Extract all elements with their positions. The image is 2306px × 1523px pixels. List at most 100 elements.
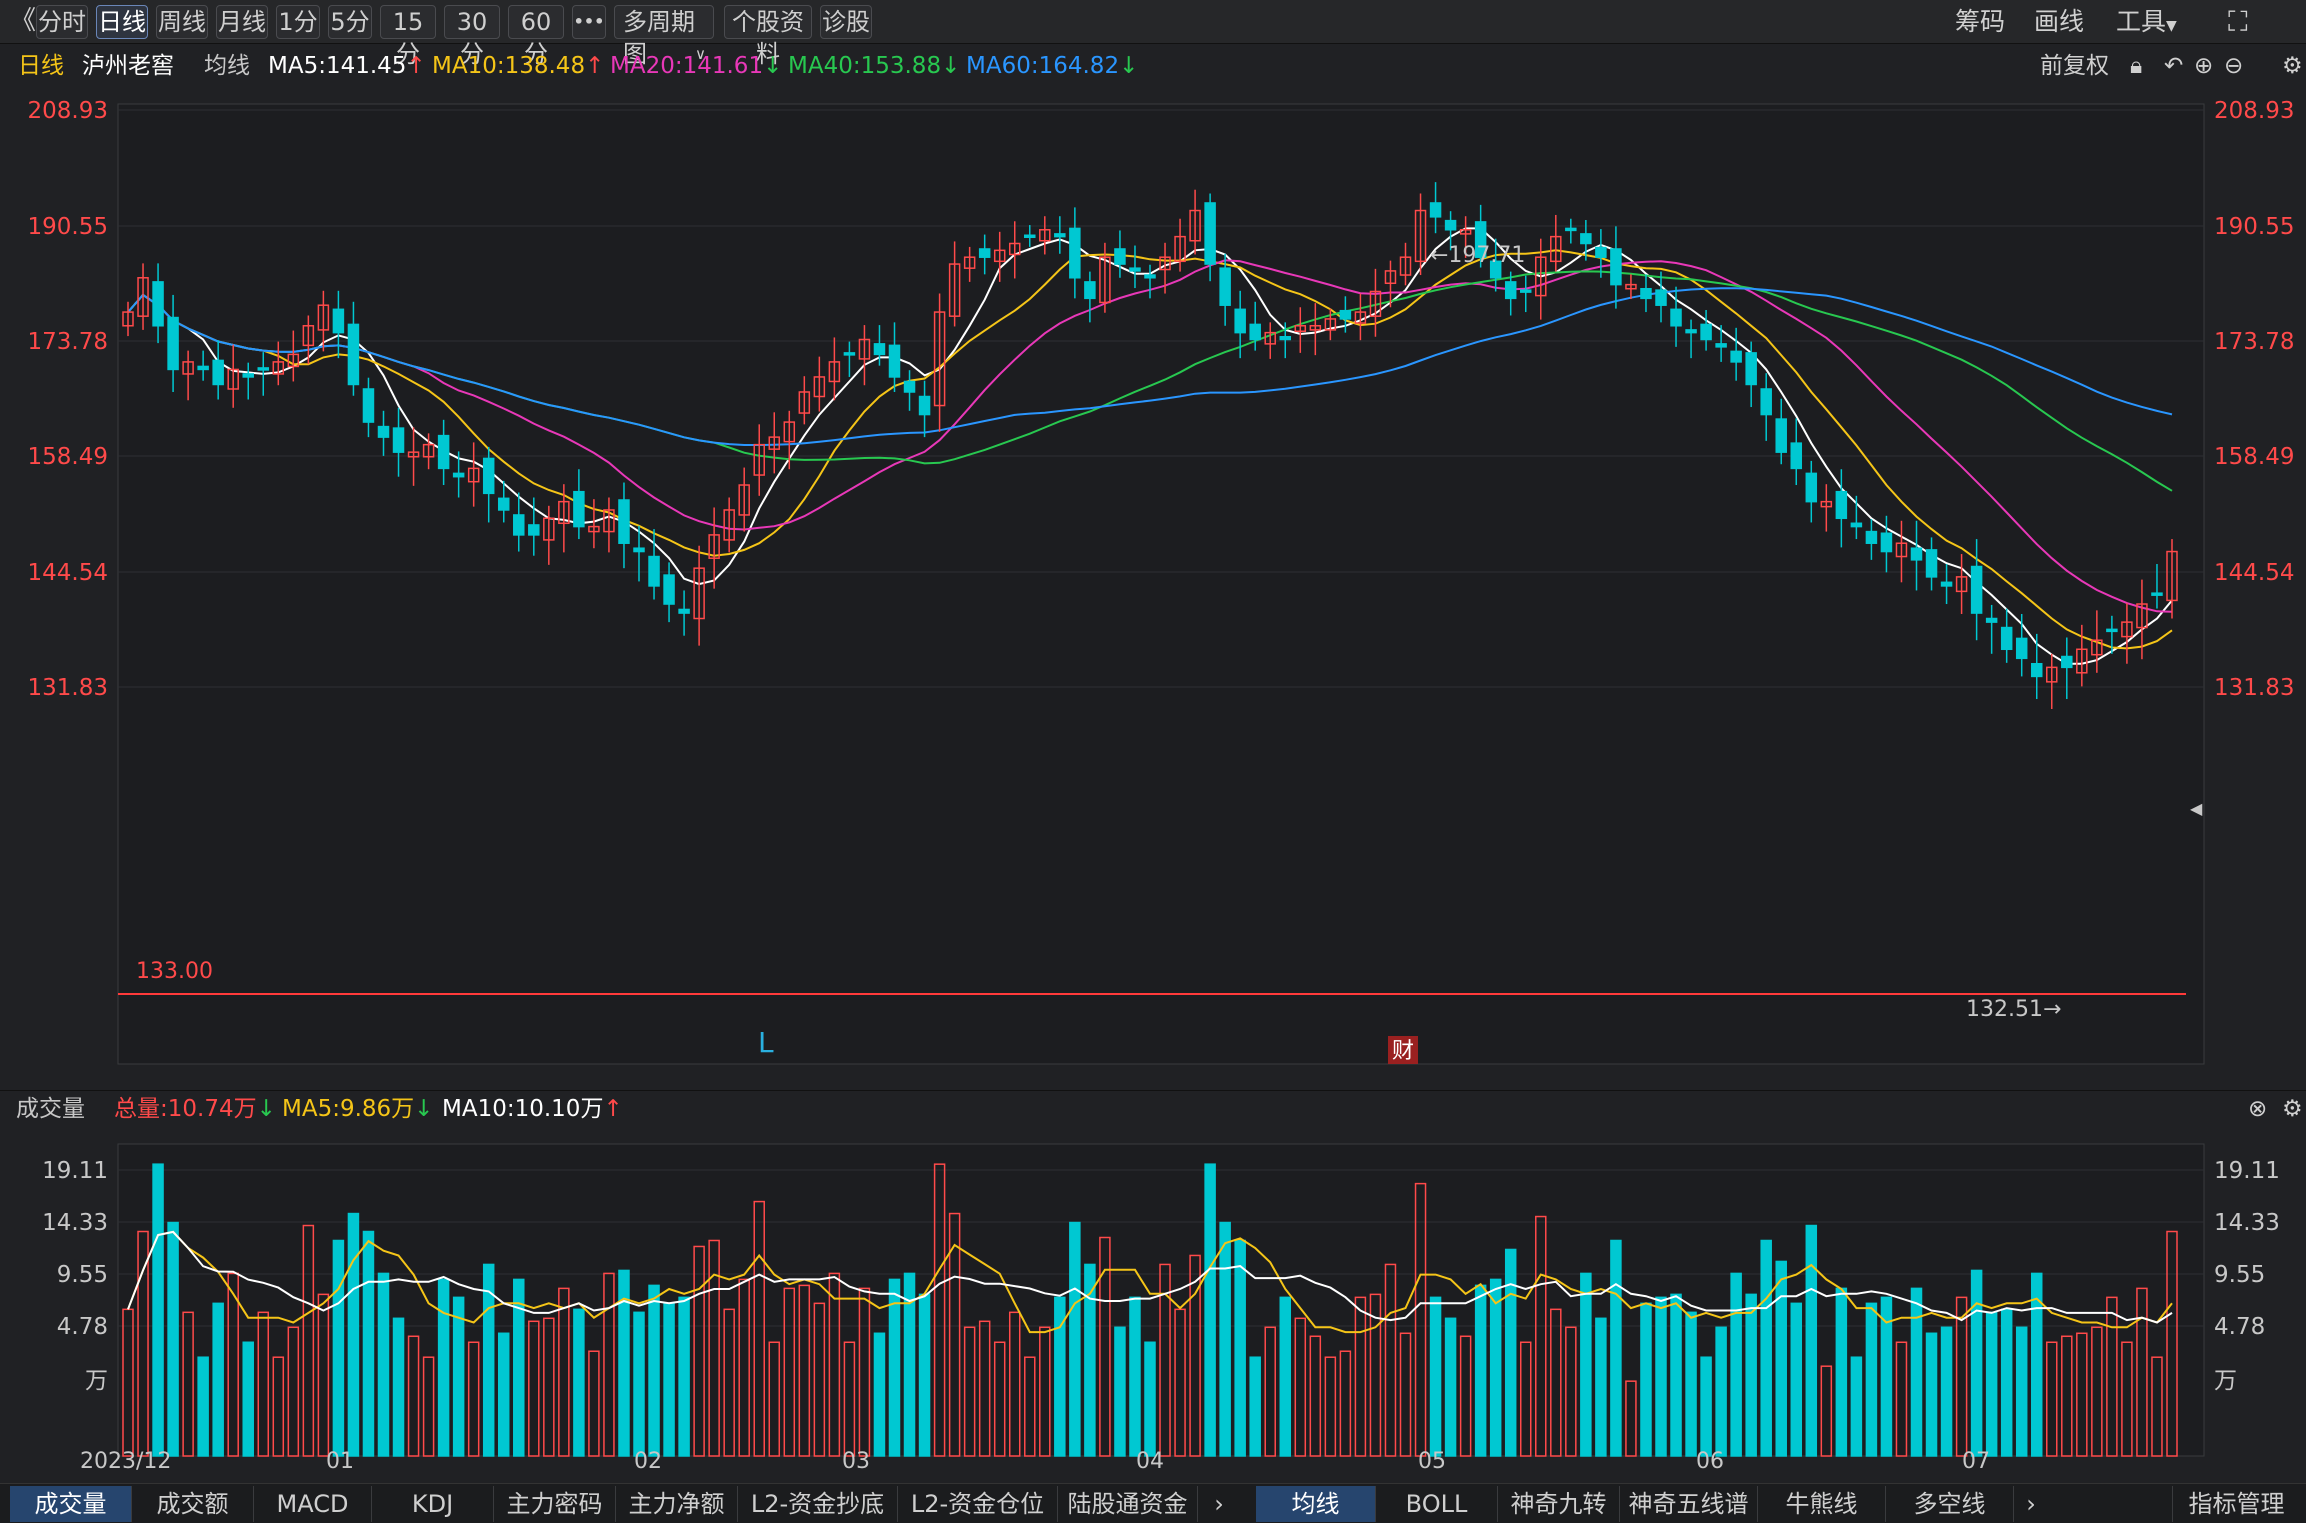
candle-body xyxy=(1339,309,1352,320)
candle-body xyxy=(242,373,254,378)
candle-body xyxy=(1595,246,1607,258)
volume-bar xyxy=(1970,1269,1983,1457)
candle-body xyxy=(1504,281,1517,300)
candle-body xyxy=(1144,274,1156,279)
candle-body xyxy=(1775,418,1787,453)
tab-fenshi[interactable]: 分时 xyxy=(36,5,88,39)
candle-body xyxy=(437,434,450,470)
back-button[interactable]: 《 xyxy=(6,5,40,39)
ma5-value: MA5:141.45↑ xyxy=(268,53,426,79)
zoom-out-icon[interactable]: ⊖ xyxy=(2224,46,2243,86)
volume-tick-right: 14.33 xyxy=(2214,1210,2280,1236)
price-tick-right: 208.93 xyxy=(2214,98,2294,124)
volume-bar xyxy=(1745,1293,1757,1457)
tab-weekly[interactable]: 周线 xyxy=(156,5,208,39)
candle-body xyxy=(1219,267,1231,306)
chips-button[interactable]: 筹码 xyxy=(1955,5,2005,39)
volume-ma5: MA5:9.86万↓ xyxy=(282,1096,434,1122)
lock-icon[interactable]: 🔒︎ xyxy=(2130,46,2142,86)
price-tick-right: 173.78 xyxy=(2214,329,2294,355)
candle-body xyxy=(1985,617,1998,623)
candle-body xyxy=(2030,662,2043,678)
tab-bull-bear-line[interactable]: 牛熊线 xyxy=(1758,1486,1886,1522)
volume-bar xyxy=(1580,1272,1592,1457)
tab-1min[interactable]: 1分 xyxy=(276,5,320,39)
kline-chart[interactable]: 133.00 ←197.71 132.51→ L 财 208.93 190.55 1… xyxy=(0,86,2306,1090)
tab-60min[interactable]: 60分 xyxy=(508,5,564,68)
undo-icon[interactable]: ↶ xyxy=(2164,46,2183,86)
candle-body xyxy=(347,323,360,386)
volume-bar xyxy=(1474,1284,1487,1457)
candle-body xyxy=(1940,581,1953,587)
tab-monthly[interactable]: 月线 xyxy=(216,5,268,39)
tab-volume[interactable]: 成交量 xyxy=(10,1486,132,1522)
tab-5min[interactable]: 5分 xyxy=(328,5,372,39)
volume-bar xyxy=(1114,1326,1126,1457)
tools-button[interactable]: 工具▼ xyxy=(2116,5,2177,39)
candle-body xyxy=(1760,388,1772,416)
tab-30min[interactable]: 30分 xyxy=(444,5,500,68)
candle-body xyxy=(1024,234,1036,239)
volume-axis-right: 19.11 14.33 9.55 4.78 万 xyxy=(2214,1158,2280,1394)
candle-body xyxy=(1730,350,1742,363)
tab-l2-position[interactable]: L2-资金仓位 xyxy=(898,1486,1058,1522)
marker-l[interactable]: L xyxy=(758,1026,774,1059)
tab-long-short-line[interactable]: 多空线 xyxy=(1886,1486,2014,1522)
volume-bar xyxy=(1850,1356,1863,1457)
arrow-up-icon: ↑ xyxy=(603,1096,623,1122)
volume-total: 总量:10.74万↓ xyxy=(114,1096,276,1122)
volume-bar xyxy=(513,1278,525,1457)
tab-boll[interactable]: BOLL xyxy=(1376,1486,1498,1522)
ma-info-bar: 日线 泸州老窖 均线 MA5:141.45↑ MA10:138.48↑ MA20… xyxy=(0,46,2306,86)
tab-daily[interactable]: 日线 xyxy=(96,5,148,39)
volume-bar xyxy=(633,1311,645,1457)
volume-bar xyxy=(1940,1326,1953,1457)
adjust-mode[interactable]: 前复权 xyxy=(2040,46,2109,86)
more-periods-button[interactable]: ••• xyxy=(572,5,606,39)
volume-chart[interactable]: 19.11 14.33 9.55 4.78 万 19.11 14.33 9.55 4.78 万 xyxy=(0,1126,2306,1472)
settings-icon[interactable]: ⚙ xyxy=(2282,1091,2303,1127)
candle-body xyxy=(1910,547,1923,561)
tab-15min[interactable]: 15分 xyxy=(380,5,436,68)
candle-body xyxy=(377,425,390,438)
chevron-right-icon[interactable]: › xyxy=(2016,1487,2046,1521)
candle-body xyxy=(513,514,525,536)
volume-bar xyxy=(1925,1332,1938,1457)
price-tick-left: 131.83 xyxy=(28,675,108,701)
volume-bar xyxy=(167,1221,179,1457)
draw-line-button[interactable]: 画线 xyxy=(2034,5,2084,39)
stock-profile-button[interactable]: 个股资料 xyxy=(724,5,812,68)
chevron-right-icon[interactable]: › xyxy=(1204,1487,1234,1521)
volume-tick-left: 4.78 xyxy=(57,1314,108,1340)
indicator-manage-button[interactable]: 指标管理 xyxy=(2172,1486,2300,1522)
tab-kdj[interactable]: KDJ xyxy=(372,1486,494,1522)
ma40-value: MA40:153.88↓ xyxy=(788,53,961,79)
tab-magic-five-lines[interactable]: 神奇五线谱 xyxy=(1620,1486,1758,1522)
fullscreen-icon[interactable]: ⛶ xyxy=(2228,5,2248,39)
volume-bar xyxy=(1700,1356,1712,1457)
tab-macd[interactable]: MACD xyxy=(254,1486,372,1522)
diagnose-button[interactable]: 诊股 xyxy=(820,5,872,39)
date-label: 02 xyxy=(634,1449,662,1474)
zoom-in-icon[interactable]: ⊕ xyxy=(2194,46,2213,86)
volume-bar xyxy=(1715,1326,1727,1457)
arrow-down-icon: ↓ xyxy=(414,1096,434,1122)
tab-main-force-net[interactable]: 主力净额 xyxy=(616,1486,738,1522)
tab-ma[interactable]: 均线 xyxy=(1256,1486,1376,1522)
tab-l2-bottom-fishing[interactable]: L2-资金抄底 xyxy=(738,1486,898,1522)
candle-body xyxy=(1069,227,1081,279)
tab-magic-nine[interactable]: 神奇九转 xyxy=(1498,1486,1620,1522)
volume-bar xyxy=(1670,1293,1682,1457)
volume-bar xyxy=(1069,1221,1081,1457)
candle-body xyxy=(362,388,375,423)
candle-body xyxy=(1715,343,1727,348)
indicator-tab-bar: 成交量 成交额 MACD KDJ 主力密码 主力净额 L2-资金抄底 L2-资金… xyxy=(0,1483,2306,1523)
tab-main-force-code[interactable]: 主力密码 xyxy=(494,1486,616,1522)
ma20-value: MA20:141.61↓ xyxy=(610,53,783,79)
multi-period-dropdown[interactable]: 多周期图 ∨ xyxy=(614,5,714,68)
settings-icon[interactable]: ⚙ xyxy=(2282,46,2303,86)
tab-northbound[interactable]: 陆股通资金 xyxy=(1058,1486,1198,1522)
high-point-label: ←197.71 xyxy=(1430,243,1525,268)
close-icon[interactable]: ⊗ xyxy=(2248,1091,2267,1127)
tab-turnover[interactable]: 成交额 xyxy=(132,1486,254,1522)
